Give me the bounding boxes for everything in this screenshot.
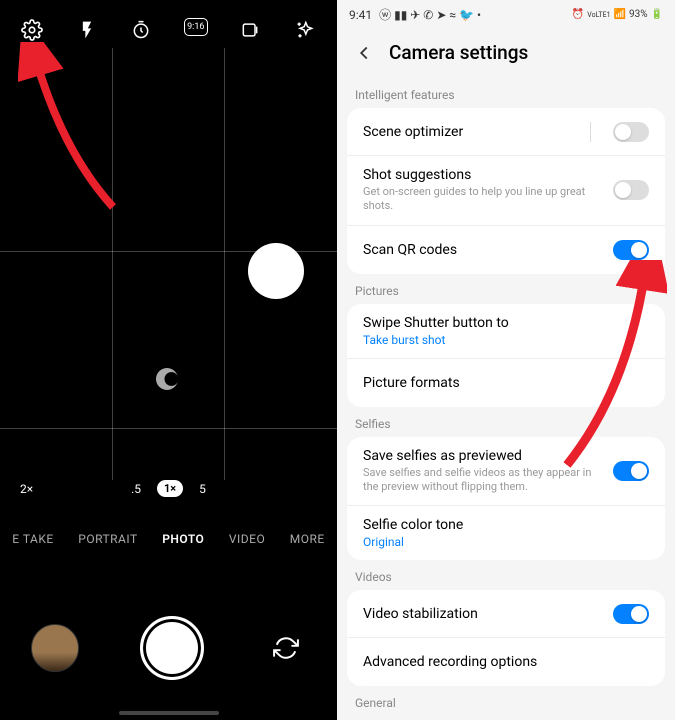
zoom-controls: 2× .5 1× 5 xyxy=(0,480,337,497)
row-scene-optimizer[interactable]: Scene optimizer xyxy=(347,108,665,156)
gallery-thumbnail[interactable] xyxy=(31,624,79,672)
row-shot-suggestions[interactable]: Shot suggestions Get on-screen guides to… xyxy=(347,156,665,226)
picture-formats-label: Picture formats xyxy=(363,375,649,391)
mode-more[interactable]: MORE xyxy=(290,532,325,546)
scan-qr-toggle[interactable] xyxy=(613,240,649,260)
zoom-1x-active[interactable]: 1× xyxy=(157,480,183,497)
filters-icon[interactable] xyxy=(293,18,317,42)
save-selfies-label: Save selfies as previewed xyxy=(363,448,601,464)
grid-line xyxy=(0,428,337,429)
section-pictures: Pictures xyxy=(337,274,675,304)
row-picture-formats[interactable]: Picture formats xyxy=(347,359,665,407)
section-videos: Videos xyxy=(337,560,675,590)
scan-qr-label: Scan QR codes xyxy=(363,242,601,258)
light-blob xyxy=(248,243,304,299)
swipe-shutter-link: Take burst shot xyxy=(363,333,649,347)
shot-suggestions-sub: Get on-screen guides to help you line up… xyxy=(363,185,601,214)
status-icons-left: ⓦ ▮▮ ✈ ✆ ➤ ≈ 🐦 • xyxy=(376,6,481,23)
row-swipe-shutter[interactable]: Swipe Shutter button to Take burst shot xyxy=(347,304,665,359)
lte-icon: VoLTE1 xyxy=(587,11,610,19)
battery-icon: 🔋 xyxy=(651,9,663,20)
page-title: Camera settings xyxy=(389,41,528,64)
gear-icon[interactable] xyxy=(20,18,44,42)
row-save-selfies[interactable]: Save selfies as previewed Save selfies a… xyxy=(347,437,665,507)
back-icon[interactable] xyxy=(353,42,375,64)
motion-icon[interactable] xyxy=(238,18,262,42)
zoom-0.5x[interactable]: .5 xyxy=(131,482,141,496)
camera-app: 9:16 2× .5 1× 5 E TAKE PORTRAIT PHOTO VI… xyxy=(0,0,337,720)
scene-optimizer-label: Scene optimizer xyxy=(363,124,590,140)
shutter-button[interactable] xyxy=(140,616,204,680)
shot-suggestions-toggle[interactable] xyxy=(613,180,649,200)
settings-app: 9:41 ⓦ ▮▮ ✈ ✆ ➤ ≈ 🐦 • ⏰ VoLTE1 📶 93% 🔋 C… xyxy=(337,0,675,720)
shot-suggestions-label: Shot suggestions xyxy=(363,167,601,183)
bottom-controls xyxy=(0,616,337,680)
camera-toolbar: 9:16 xyxy=(0,0,337,46)
save-selfies-toggle[interactable] xyxy=(613,461,649,481)
section-selfies: Selfies xyxy=(337,407,675,437)
scene-optimizer-toggle[interactable] xyxy=(613,122,649,142)
grid-line xyxy=(112,48,113,480)
signal-icon: 📶 xyxy=(614,9,626,20)
viewfinder[interactable] xyxy=(0,48,337,480)
switch-camera-icon[interactable] xyxy=(266,628,306,668)
battery-text: 93% xyxy=(629,9,648,20)
flash-icon[interactable] xyxy=(75,18,99,42)
advanced-rec-label: Advanced recording options xyxy=(363,654,649,670)
grid-line xyxy=(224,48,225,480)
video-stab-label: Video stabilization xyxy=(363,606,601,622)
save-selfies-sub: Save selfies and selfie videos as they a… xyxy=(363,466,601,495)
alarm-icon: ⏰ xyxy=(572,9,584,20)
mode-photo[interactable]: PHOTO xyxy=(162,532,204,546)
section-intelligent: Intelligent features xyxy=(337,78,675,108)
status-bar: 9:41 ⓦ ▮▮ ✈ ✆ ➤ ≈ 🐦 • ⏰ VoLTE1 📶 93% 🔋 xyxy=(337,0,675,29)
mode-video[interactable]: VIDEO xyxy=(229,532,265,546)
zoom-2x[interactable]: 2× xyxy=(20,482,33,496)
row-advanced-rec[interactable]: Advanced recording options xyxy=(347,638,665,686)
video-stab-toggle[interactable] xyxy=(613,604,649,624)
mode-portrait[interactable]: PORTRAIT xyxy=(78,532,137,546)
swipe-shutter-label: Swipe Shutter button to xyxy=(363,315,649,331)
mode-take[interactable]: E TAKE xyxy=(12,532,53,546)
row-scan-qr[interactable]: Scan QR codes xyxy=(347,226,665,274)
selfie-tone-link: Original xyxy=(363,535,649,549)
section-general: General xyxy=(337,686,675,716)
selfie-tone-label: Selfie color tone xyxy=(363,517,649,533)
home-indicator xyxy=(119,711,219,715)
row-video-stab[interactable]: Video stabilization xyxy=(347,590,665,638)
row-selfie-tone[interactable]: Selfie color tone Original xyxy=(347,506,665,560)
status-time: 9:41 xyxy=(349,8,372,22)
timer-icon[interactable] xyxy=(129,18,153,42)
mode-selector[interactable]: E TAKE PORTRAIT PHOTO VIDEO MORE xyxy=(0,532,337,546)
moon-blob xyxy=(156,368,178,390)
zoom-5x[interactable]: 5 xyxy=(199,482,206,496)
settings-header: Camera settings xyxy=(337,29,675,78)
ratio-icon[interactable]: 9:16 xyxy=(184,18,208,36)
